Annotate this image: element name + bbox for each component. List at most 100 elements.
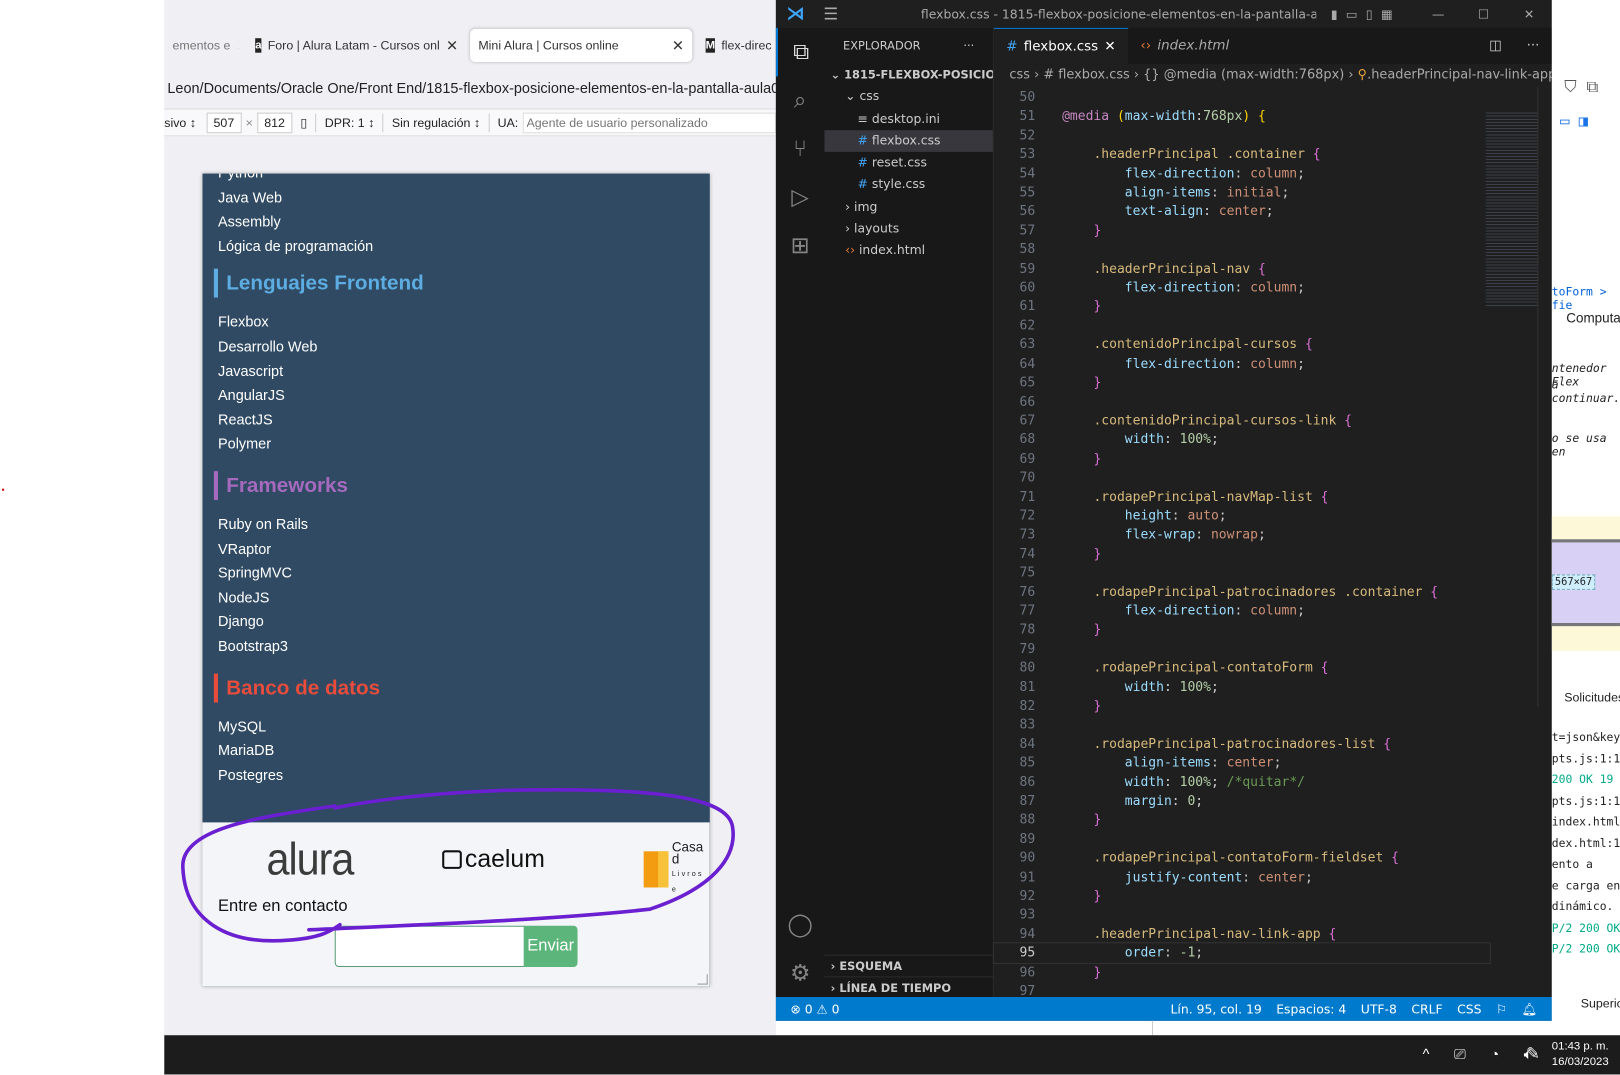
course-link[interactable]: Lógica de programación bbox=[218, 234, 424, 258]
scrollbar[interactable] bbox=[1537, 86, 1551, 707]
log-entry[interactable]: e carga en e bbox=[1552, 876, 1620, 897]
tree-item[interactable]: ⌄ css bbox=[824, 86, 992, 108]
cursor-position[interactable]: Lín. 95, col. 19 bbox=[1170, 1002, 1261, 1016]
course-link[interactable]: Django bbox=[218, 610, 424, 634]
code-area[interactable]: 50 51 @media (max-width:768px) {52 53 .head… bbox=[992, 88, 1491, 1001]
log-entry[interactable]: index.html: bbox=[1552, 812, 1620, 833]
tab-1[interactable]: ementos e✕ bbox=[164, 29, 239, 62]
pen-icon[interactable]: ✎ bbox=[1526, 1043, 1540, 1064]
email-input[interactable] bbox=[334, 925, 525, 968]
course-link[interactable]: Polymer bbox=[218, 432, 424, 456]
tab-mini-alura[interactable]: Mini Alura | Cursos online ✕ bbox=[470, 28, 693, 62]
close-button[interactable]: ✕ bbox=[1506, 7, 1551, 21]
notifications-bell-icon[interactable]: 🔔︎ bbox=[1522, 1002, 1538, 1016]
dpr-select[interactable]: DPR: 1 ↕ bbox=[325, 115, 375, 129]
feedback-icon[interactable]: ⚐ bbox=[1496, 1002, 1507, 1016]
clock[interactable]: 01:43 p. m. 16/03/2023 bbox=[1552, 1039, 1609, 1070]
menu-icon[interactable]: ☰ bbox=[823, 4, 838, 24]
log-entry[interactable]: t=json&key=A bbox=[1552, 727, 1620, 748]
split-editor-icon[interactable]: ◫ bbox=[1477, 28, 1515, 64]
course-link[interactable]: Javascript bbox=[218, 359, 424, 383]
log-entry[interactable]: P/2 200 OK bbox=[1552, 939, 1620, 960]
tree-item[interactable]: › layouts bbox=[824, 218, 992, 240]
code-token: height bbox=[1124, 507, 1172, 523]
code-token: width bbox=[1124, 678, 1164, 694]
layout-icons[interactable]: ▮▭▯▦ bbox=[1331, 7, 1401, 21]
course-link[interactable]: Postegres bbox=[218, 763, 424, 787]
search-icon[interactable]: ⌕ bbox=[776, 76, 825, 125]
course-link[interactable]: MariaDB bbox=[218, 739, 424, 763]
system-tray-icons[interactable]: ^ ⎚ ◔ 🔈︎ bbox=[1423, 1046, 1543, 1064]
course-link[interactable]: SpringMVC bbox=[218, 561, 424, 585]
course-link[interactable]: Java Web bbox=[218, 186, 424, 210]
language-mode[interactable]: CSS bbox=[1457, 1002, 1481, 1016]
layout-icons[interactable]: ▭ ◨ bbox=[1560, 112, 1588, 131]
line-number: 57 bbox=[1019, 221, 1036, 238]
tree-item[interactable]: ‹› index.html bbox=[824, 240, 992, 262]
log-entry[interactable]: dex.html:11 bbox=[1552, 833, 1620, 854]
tab-flex-direction[interactable]: Mflex-direc bbox=[697, 29, 776, 62]
close-icon[interactable]: ✕ bbox=[446, 37, 458, 55]
course-link[interactable]: Ruby on Rails bbox=[218, 512, 424, 536]
device-select[interactable]: sivo ↕ bbox=[164, 115, 196, 129]
course-link[interactable]: Bootstrap3 bbox=[218, 634, 424, 658]
log-entry[interactable]: ento a bbox=[1552, 854, 1620, 875]
problems-indicator[interactable]: ⊗ 0 ⚠ 0 bbox=[790, 1002, 839, 1016]
line-ending[interactable]: CRLF bbox=[1411, 1002, 1442, 1016]
run-debug-icon[interactable]: ▷ bbox=[776, 174, 825, 223]
tree-item[interactable]: ≡ desktop.ini bbox=[824, 108, 992, 130]
tab-index-html[interactable]: ‹› index.html bbox=[1128, 28, 1242, 64]
tree-item[interactable]: # flexbox.css bbox=[824, 130, 993, 153]
course-link[interactable]: AngularJS bbox=[218, 383, 424, 407]
send-button[interactable]: Enviar bbox=[523, 925, 578, 968]
tab-computed[interactable]: Computac bbox=[1566, 310, 1620, 325]
close-icon[interactable]: ✕ bbox=[672, 37, 684, 55]
course-link[interactable]: MySQL bbox=[218, 714, 424, 738]
log-entry[interactable]: dinámico. bbox=[1552, 897, 1620, 918]
minimize-button[interactable]: — bbox=[1415, 7, 1460, 21]
log-entry[interactable]: pts.js:1:11 bbox=[1552, 749, 1620, 770]
tree-item[interactable]: # reset.css bbox=[824, 152, 992, 174]
log-entry[interactable]: P/2 200 OK bbox=[1552, 918, 1620, 939]
indentation[interactable]: Espacios: 4 bbox=[1276, 1002, 1346, 1016]
extensions-icon[interactable]: ⊞ bbox=[776, 222, 825, 271]
close-icon[interactable]: ✕ bbox=[237, 37, 239, 55]
course-link[interactable]: Flexbox bbox=[218, 310, 424, 334]
log-entry[interactable]: 200 OK 19 bbox=[1552, 770, 1620, 791]
dock-position[interactable]: Superio bbox=[1581, 996, 1620, 1010]
toolbar-icons[interactable]: ⛉ ⧉ bbox=[1564, 76, 1598, 97]
settings-gear-icon[interactable]: ⚙ bbox=[776, 949, 825, 998]
tab-foro[interactable]: a Foro | Alura Latam - Cursos onl ✕ bbox=[247, 29, 464, 62]
timeline-section[interactable]: › LÍNEA DE TIEMPO bbox=[824, 976, 994, 998]
encoding[interactable]: UTF-8 bbox=[1361, 1002, 1397, 1016]
throttle-select[interactable]: Sin regulación ↕ bbox=[392, 115, 480, 129]
project-folder[interactable]: ⌄ 1815-FLEXBOX-POSICIONE... bbox=[824, 64, 993, 86]
width-input[interactable]: 507 bbox=[206, 112, 242, 133]
address-bar[interactable]: Leon/Documents/Oracle One/Front End/1815… bbox=[164, 72, 776, 103]
course-link[interactable]: Assembly bbox=[218, 210, 424, 234]
close-icon[interactable]: ✕ bbox=[1104, 39, 1115, 54]
tab-requests[interactable]: Solicitudes bbox=[1564, 690, 1620, 704]
source-control-icon[interactable]: ⑂ bbox=[776, 125, 825, 174]
element-breadcrumb[interactable]: toForm > fie bbox=[1552, 285, 1620, 312]
course-link[interactable]: VRaptor bbox=[218, 537, 424, 561]
explorer-icon[interactable]: ⧉ bbox=[775, 27, 825, 77]
user-agent-input[interactable] bbox=[522, 112, 776, 133]
log-entry[interactable]: pts.js:1:12 bbox=[1552, 791, 1620, 812]
course-link[interactable]: NodeJS bbox=[218, 586, 424, 610]
course-link[interactable]: Python bbox=[218, 174, 424, 186]
more-actions-icon[interactable]: ··· bbox=[1514, 28, 1552, 64]
tab-flexbox-css[interactable]: # flexbox.css ✕ bbox=[993, 27, 1129, 65]
tree-item[interactable]: # style.css bbox=[824, 174, 992, 196]
course-link[interactable]: ReactJS bbox=[218, 408, 424, 432]
course-link[interactable]: Desarrollo Web bbox=[218, 335, 424, 359]
height-input[interactable]: 812 bbox=[256, 112, 293, 133]
tree-item[interactable]: › img bbox=[824, 196, 992, 218]
maximize-button[interactable]: ☐ bbox=[1461, 7, 1506, 21]
minimap[interactable] bbox=[1485, 110, 1538, 307]
more-actions-icon[interactable]: ··· bbox=[963, 39, 974, 52]
rotate-icon[interactable]: ▯ bbox=[300, 115, 307, 129]
account-icon[interactable]: ◯ bbox=[776, 901, 825, 950]
outline-section[interactable]: › ESQUEMA bbox=[824, 954, 994, 977]
resize-handle[interactable] bbox=[697, 974, 708, 985]
